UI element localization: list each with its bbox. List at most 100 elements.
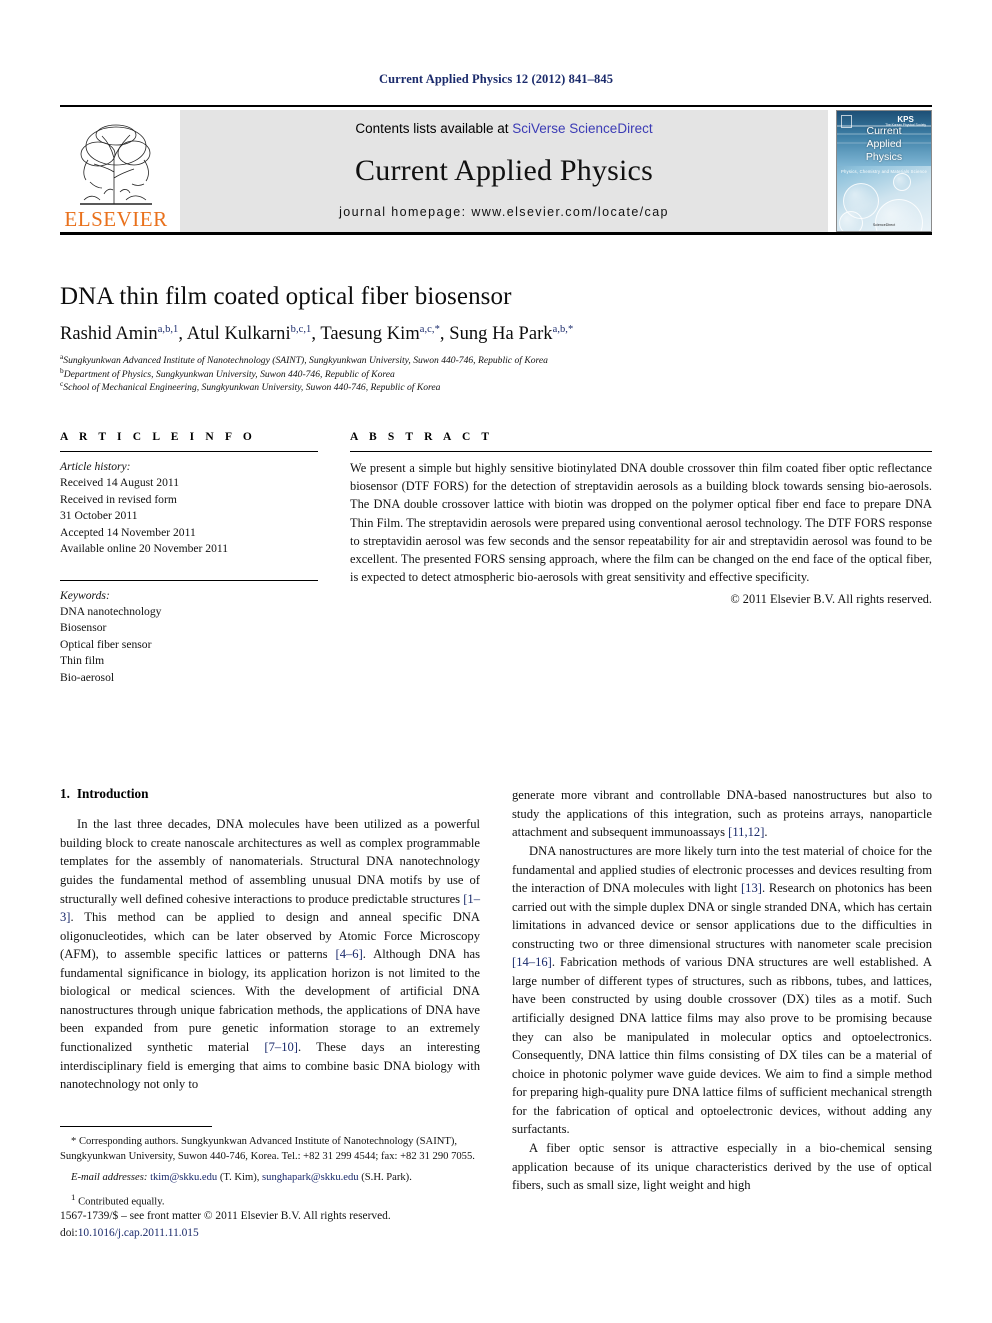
title-block: DNA thin film coated optical fiber biose…	[60, 283, 932, 395]
section-number: 1.	[60, 786, 70, 802]
keyword-item: Bio-aerosol	[60, 670, 115, 684]
keyword-item: Optical fiber sensor	[60, 637, 152, 651]
author-item: Taesung Kima,c,*,	[320, 324, 449, 344]
paragraph: In the last three decades, DNA molecules…	[60, 815, 480, 1093]
citation-ref[interactable]: [13]	[741, 881, 762, 895]
footnote-mark: 1	[71, 1192, 76, 1203]
affiliation-item: bDepartment of Physics, Sungkyunkwan Uni…	[60, 366, 932, 382]
affiliation-list: aSungkyunkwan Advanced Institute of Nano…	[60, 353, 932, 395]
author-name: Rashid Amin	[60, 324, 158, 344]
affiliation-text: School of Mechanical Engineering, Sungky…	[63, 382, 441, 394]
masthead-bottom-rule	[60, 232, 932, 235]
journal-homepage-line[interactable]: journal homepage: www.elsevier.com/locat…	[339, 205, 669, 219]
email-link-2[interactable]: sunghapark@skku.edu	[262, 1172, 359, 1183]
affiliation-text: Sungkyunkwan Advanced Institute of Nanot…	[63, 355, 548, 366]
history-item: Received in revised form	[60, 492, 177, 506]
cover-society-logo: KPS The Korean Physical Society	[885, 116, 926, 127]
sciencedirect-link[interactable]: SciVerse ScienceDirect	[512, 121, 652, 136]
keywords-label: Keywords:	[60, 588, 110, 602]
issn-line: 1567-1739/$ – see front matter © 2011 El…	[60, 1210, 391, 1222]
email-link-1[interactable]: tkim@skku.edu	[150, 1172, 217, 1183]
author-sep: ,	[178, 324, 187, 344]
author-name: Taesung Kim	[320, 324, 420, 344]
history-item: Received 14 August 2011	[60, 476, 180, 490]
divider	[60, 579, 318, 581]
history-item: 31 October 2011	[60, 509, 138, 523]
affiliation-item: cSchool of Mechanical Engineering, Sungk…	[60, 380, 932, 395]
paragraph-text: generate more vibrant and controllable D…	[512, 788, 932, 840]
cover-bubble-icon	[875, 199, 923, 231]
info-abstract-row: A R T I C L E I N F O Article history: R…	[60, 431, 932, 686]
divider	[350, 450, 932, 452]
affiliation-item: aSungkyunkwan Advanced Institute of Nano…	[60, 353, 932, 368]
cover-title-line3: Physics	[865, 151, 903, 164]
running-head: Current Applied Physics 12 (2012) 841–84…	[378, 72, 614, 86]
history-item: Available online 20 November 2011	[60, 542, 229, 556]
affiliation-text: Department of Physics, Sungkyunkwan Univ…	[63, 368, 395, 380]
keywords-body: Keywords: DNA nanotechnology Biosensor O…	[60, 588, 318, 687]
section-title: Introduction	[76, 786, 149, 802]
elsevier-wordmark: ELSEVIER	[64, 207, 168, 231]
elsevier-logo: ELSEVIER	[60, 110, 172, 232]
abstract-column: A B S T R A C T We present a simple but …	[350, 431, 932, 686]
paragraph-text: . Although DNA has fundamental significa…	[60, 947, 481, 1055]
footnotes-block: * Corresponding authors. Sungkyunkwan Ad…	[60, 1126, 480, 1210]
keyword-item: Thin film	[60, 654, 105, 668]
footnote-contributed-equally: 1 Contributed equally.	[60, 1191, 480, 1210]
email-owner-1: (T. Kim)	[219, 1172, 257, 1184]
masthead-top-rule	[60, 105, 932, 107]
masthead-center-band: Contents lists available at SciVerse Sci…	[180, 110, 828, 232]
cover-elsevier-mark-icon	[841, 115, 852, 128]
paragraph: generate more vibrant and controllable D…	[512, 786, 932, 842]
author-item: Sung Ha Parka,b,*	[449, 324, 573, 344]
author-item: Atul Kulkarnib,c,1,	[187, 324, 321, 344]
author-item: Rashid Amina,b,1,	[60, 324, 187, 344]
paragraph-text: .	[764, 825, 768, 840]
paragraph: DNA nanostructures are more likely turn …	[512, 842, 932, 1139]
cover-bubble-icon	[839, 211, 863, 231]
citation-ref[interactable]: [14–16]	[512, 955, 552, 969]
author-sep: ,	[311, 324, 321, 344]
section-heading: 1. Introduction	[60, 786, 480, 802]
contents-lists-line: Contents lists available at SciVerse Sci…	[355, 121, 652, 136]
cover-title-line2: Applied	[866, 138, 902, 151]
body-column-right: generate more vibrant and controllable D…	[512, 786, 932, 1194]
abstract-text: We present a simple but highly sensitive…	[350, 460, 932, 585]
paragraph: A fiber optic sensor is attractive espec…	[512, 1140, 932, 1193]
citation-ref[interactable]: [7–10]	[264, 1040, 298, 1054]
cover-bubble-icon	[893, 173, 911, 191]
article-page: Current Applied Physics 12 (2012) 841–84…	[0, 0, 992, 1323]
journal-masthead: ELSEVIER Contents lists available at Sci…	[60, 110, 932, 232]
footnote-emails: E-mail addresses: tkim@skku.edu (T. Kim)…	[71, 1172, 412, 1184]
paragraph-text: . Fabrication methods of various DNA str…	[512, 955, 932, 1137]
journal-title: Current Applied Physics	[355, 153, 653, 187]
abstract-heading: A B S T R A C T	[350, 430, 494, 443]
email-owner-2: (S.H. Park).	[361, 1172, 412, 1184]
footnote-corresponding: * Corresponding authors. Sungkyunkwan Ad…	[60, 1136, 475, 1163]
paragraph-text: In the last three decades, DNA molecules…	[60, 817, 480, 906]
divider	[60, 450, 318, 452]
cover-title: Current Applied Physics	[837, 125, 931, 164]
history-item: Accepted 14 November 2011	[60, 525, 196, 539]
doi-line: doi:10.1016/j.cap.2011.11.015	[60, 1225, 490, 1242]
doi-link[interactable]: 10.1016/j.cap.2011.11.015	[78, 1227, 199, 1239]
footnote-rule	[60, 1126, 212, 1127]
keyword-item: DNA nanotechnology	[60, 605, 162, 618]
author-affil-mark: a,c,*	[419, 323, 440, 335]
journal-cover-thumbnail: KPS The Korean Physical Society Current …	[836, 110, 932, 232]
author-name: Sung Ha Park	[449, 324, 553, 344]
article-history-label: Article history:	[60, 459, 131, 473]
author-name: Atul Kulkarni	[186, 324, 291, 344]
citation-ref[interactable]: [4–6]	[336, 947, 363, 961]
article-info-column: A R T I C L E I N F O Article history: R…	[60, 431, 318, 686]
author-affil-mark: a,b,1	[157, 323, 179, 335]
article-history-block: Article history: Received 14 August 2011…	[60, 459, 318, 558]
citation-ref[interactable]: [11,12]	[728, 825, 764, 839]
article-info-heading: A R T I C L E I N F O	[60, 430, 256, 443]
keywords-block: Keywords: DNA nanotechnology Biosensor O…	[60, 579, 318, 687]
author-sep: ,	[439, 324, 450, 344]
cover-society-subname: The Korean Physical Society	[885, 123, 926, 127]
cover-subtitle: Physics, Chemistry and Materials Science	[841, 169, 927, 174]
keyword-item: Biosensor	[60, 621, 107, 635]
author-list: Rashid Amina,b,1, Atul Kulkarnib,c,1, Ta…	[60, 324, 932, 345]
